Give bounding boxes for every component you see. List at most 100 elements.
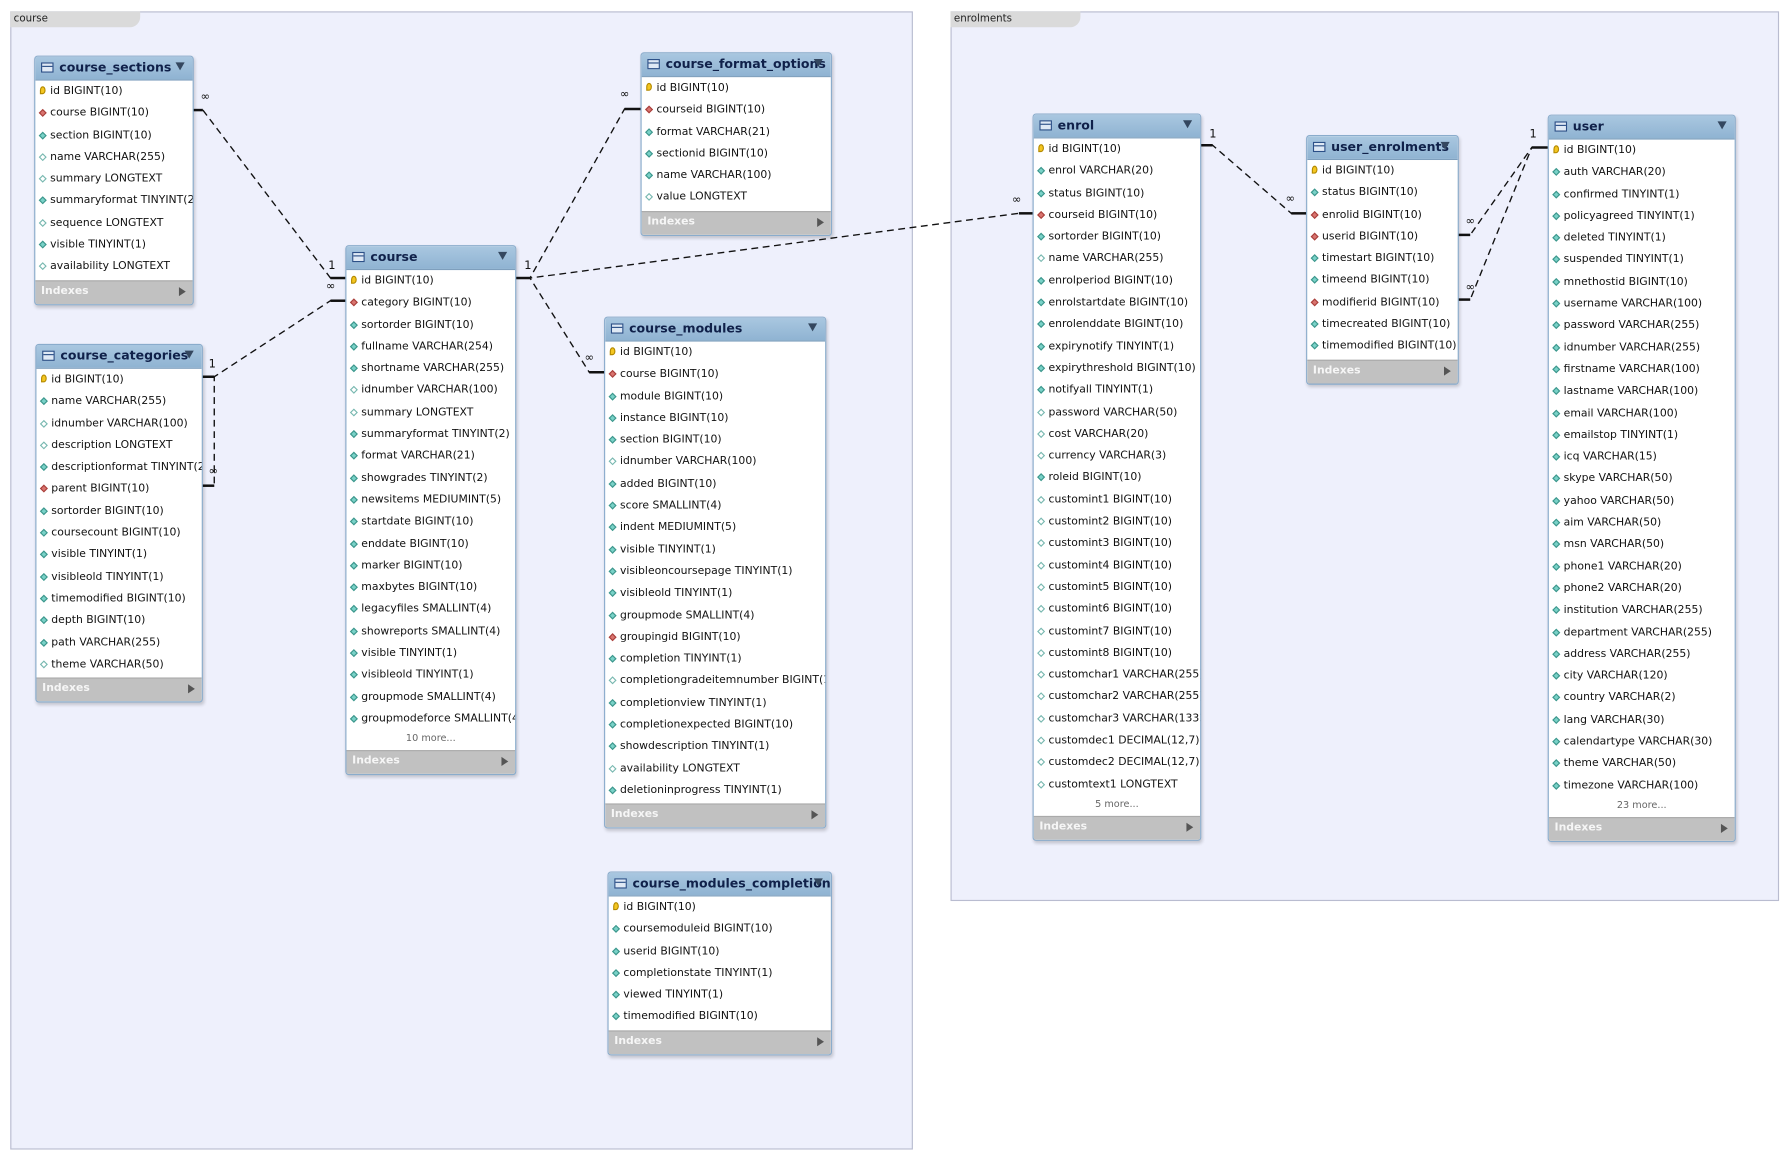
column-row[interactable]: summaryformat TINYINT(2) bbox=[35, 190, 193, 212]
column-row[interactable]: path VARCHAR(255) bbox=[36, 632, 201, 654]
column-row[interactable]: username VARCHAR(100) bbox=[1549, 293, 1735, 315]
column-row[interactable]: institution VARCHAR(255) bbox=[1549, 599, 1735, 621]
table-course-sections[interactable]: course_sections id BIGINT(10) course BIGIN… bbox=[34, 55, 194, 305]
column-row[interactable]: userid BIGINT(10) bbox=[1307, 226, 1457, 248]
column-row[interactable]: availability LONGTEXT bbox=[605, 758, 825, 780]
table-header[interactable]: course bbox=[346, 246, 516, 271]
column-row[interactable]: legacyfiles SMALLINT(4) bbox=[346, 599, 515, 621]
column-row[interactable]: coursecount BIGINT(10) bbox=[36, 522, 201, 544]
column-row[interactable]: deleted TINYINT(1) bbox=[1549, 227, 1735, 249]
column-row[interactable]: marker BIGINT(10) bbox=[346, 555, 515, 577]
more-columns-label[interactable]: 5 more... bbox=[1034, 795, 1200, 813]
column-row[interactable]: visible TINYINT(1) bbox=[346, 642, 515, 664]
column-row[interactable]: customint5 BIGINT(10) bbox=[1034, 576, 1200, 598]
column-row[interactable]: enrolperiod BIGINT(10) bbox=[1034, 270, 1200, 292]
column-row[interactable]: city VARCHAR(120) bbox=[1549, 665, 1735, 687]
column-row[interactable]: emailstop TINYINT(1) bbox=[1549, 424, 1735, 446]
table-header[interactable]: course_categories bbox=[36, 344, 202, 369]
table-user[interactable]: user id BIGINT(10) auth VARCHAR(20) confirm… bbox=[1547, 114, 1736, 843]
column-row[interactable]: enrol VARCHAR(20) bbox=[1034, 160, 1200, 182]
column-row[interactable]: customint4 BIGINT(10) bbox=[1034, 555, 1200, 577]
column-row[interactable]: id BIGINT(10) bbox=[609, 896, 831, 918]
column-row[interactable]: userid BIGINT(10) bbox=[609, 940, 831, 962]
column-row[interactable]: visibleold TINYINT(1) bbox=[36, 566, 201, 588]
column-row[interactable]: idnumber VARCHAR(255) bbox=[1549, 337, 1735, 359]
column-row[interactable]: calendartype VARCHAR(30) bbox=[1549, 731, 1735, 753]
column-row[interactable]: visible TINYINT(1) bbox=[36, 544, 201, 566]
column-row[interactable]: indent MEDIUMINT(5) bbox=[605, 517, 825, 539]
column-row[interactable]: name VARCHAR(255) bbox=[36, 391, 201, 413]
column-row[interactable]: idnumber VARCHAR(100) bbox=[36, 413, 201, 435]
column-row[interactable]: groupmodeforce SMALLINT(4) bbox=[346, 708, 515, 730]
column-row[interactable]: format VARCHAR(21) bbox=[642, 121, 831, 143]
column-row[interactable]: lang VARCHAR(30) bbox=[1549, 709, 1735, 731]
column-row[interactable]: courseid BIGINT(10) bbox=[1034, 204, 1200, 226]
column-row[interactable]: timemodified BIGINT(10) bbox=[1307, 335, 1457, 357]
table-header[interactable]: enrol bbox=[1033, 114, 1201, 139]
more-columns-label[interactable]: 10 more... bbox=[346, 730, 515, 748]
table-header[interactable]: course_format_options bbox=[641, 53, 831, 78]
column-row[interactable]: lastname VARCHAR(100) bbox=[1549, 380, 1735, 402]
column-row[interactable]: sortorder BIGINT(10) bbox=[346, 314, 515, 336]
indexes-section[interactable]: Indexes bbox=[605, 803, 826, 828]
indexes-section[interactable]: Indexes bbox=[608, 1030, 831, 1054]
column-row[interactable]: phone1 VARCHAR(20) bbox=[1549, 556, 1735, 578]
column-row[interactable]: timezone VARCHAR(100) bbox=[1549, 775, 1735, 797]
collapse-arrow-icon[interactable] bbox=[813, 878, 823, 887]
column-row[interactable]: score SMALLINT(4) bbox=[605, 495, 825, 517]
column-row[interactable]: id BIGINT(10) bbox=[605, 342, 825, 364]
table-course-modules-completion[interactable]: course_modules_completion id BIGINT(10) co… bbox=[607, 871, 832, 1056]
table-header[interactable]: user_enrolments bbox=[1307, 136, 1458, 161]
column-row[interactable]: section BIGINT(10) bbox=[605, 429, 825, 451]
column-row[interactable]: timeend BIGINT(10) bbox=[1307, 269, 1457, 291]
column-row[interactable]: course BIGINT(10) bbox=[35, 102, 192, 124]
column-row[interactable]: expirynotify TINYINT(1) bbox=[1034, 336, 1200, 358]
column-row[interactable]: timemodified BIGINT(10) bbox=[609, 1006, 831, 1028]
column-row[interactable]: department VARCHAR(255) bbox=[1549, 621, 1735, 643]
column-row[interactable]: visibleoncoursepage TINYINT(1) bbox=[605, 561, 825, 583]
column-row[interactable]: skype VARCHAR(50) bbox=[1549, 468, 1735, 490]
column-row[interactable]: id BIGINT(10) bbox=[1549, 140, 1735, 162]
column-row[interactable]: groupmode SMALLINT(4) bbox=[346, 686, 515, 708]
column-row[interactable]: id BIGINT(10) bbox=[346, 270, 515, 292]
indexes-section[interactable]: Indexes bbox=[1548, 817, 1735, 841]
column-row[interactable]: depth BIGINT(10) bbox=[36, 610, 201, 632]
column-row[interactable]: id BIGINT(10) bbox=[35, 81, 192, 103]
column-row[interactable]: groupingid BIGINT(10) bbox=[605, 626, 825, 648]
column-row[interactable]: maxbytes BIGINT(10) bbox=[346, 577, 515, 599]
column-row[interactable]: enddate BIGINT(10) bbox=[346, 533, 515, 555]
column-row[interactable]: shortname VARCHAR(255) bbox=[346, 358, 515, 380]
column-row[interactable]: idnumber VARCHAR(100) bbox=[346, 380, 515, 402]
column-row[interactable]: timemodified BIGINT(10) bbox=[36, 588, 201, 610]
indexes-section[interactable]: Indexes bbox=[346, 750, 516, 775]
table-course[interactable]: course id BIGINT(10) category BIGINT(10) so… bbox=[345, 245, 517, 776]
column-row[interactable]: enrolid BIGINT(10) bbox=[1307, 204, 1457, 226]
column-row[interactable]: suspended TINYINT(1) bbox=[1549, 249, 1735, 271]
column-row[interactable]: coursemoduleid BIGINT(10) bbox=[609, 918, 831, 940]
table-course-modules[interactable]: course_modules id BIGINT(10) course BIGINT… bbox=[604, 316, 827, 829]
column-row[interactable]: customchar2 VARCHAR(255) bbox=[1034, 686, 1200, 708]
column-row[interactable]: instance BIGINT(10) bbox=[605, 407, 825, 429]
column-row[interactable]: groupmode SMALLINT(4) bbox=[605, 604, 825, 626]
column-row[interactable]: enrolenddate BIGINT(10) bbox=[1034, 314, 1200, 336]
column-row[interactable]: summary LONGTEXT bbox=[346, 401, 515, 423]
indexes-section[interactable]: Indexes bbox=[1307, 359, 1458, 384]
table-course-categories[interactable]: course_categories id BIGINT(10) name VARCH… bbox=[35, 343, 203, 703]
column-row[interactable]: course BIGINT(10) bbox=[605, 363, 825, 385]
column-row[interactable]: completionexpected BIGINT(10) bbox=[605, 714, 825, 736]
column-row[interactable]: name VARCHAR(255) bbox=[35, 146, 192, 168]
column-row[interactable]: description LONGTEXT bbox=[36, 435, 201, 457]
column-row[interactable]: notifyall TINYINT(1) bbox=[1034, 379, 1200, 401]
column-row[interactable]: visible TINYINT(1) bbox=[35, 234, 192, 256]
column-row[interactable]: expirythreshold BIGINT(10) bbox=[1034, 357, 1200, 379]
expand-arrow-icon[interactable] bbox=[1444, 366, 1451, 376]
expand-arrow-icon[interactable] bbox=[178, 286, 186, 296]
column-row[interactable]: cost VARCHAR(20) bbox=[1034, 423, 1200, 445]
column-row[interactable]: completionstate TINYINT(1) bbox=[609, 962, 831, 984]
column-row[interactable]: customint8 BIGINT(10) bbox=[1034, 642, 1200, 664]
column-row[interactable]: module BIGINT(10) bbox=[605, 385, 825, 407]
column-row[interactable]: theme VARCHAR(50) bbox=[36, 653, 201, 675]
collapse-arrow-icon[interactable] bbox=[808, 323, 818, 332]
column-row[interactable]: summary LONGTEXT bbox=[35, 168, 192, 190]
column-row[interactable]: password VARCHAR(50) bbox=[1034, 401, 1200, 423]
